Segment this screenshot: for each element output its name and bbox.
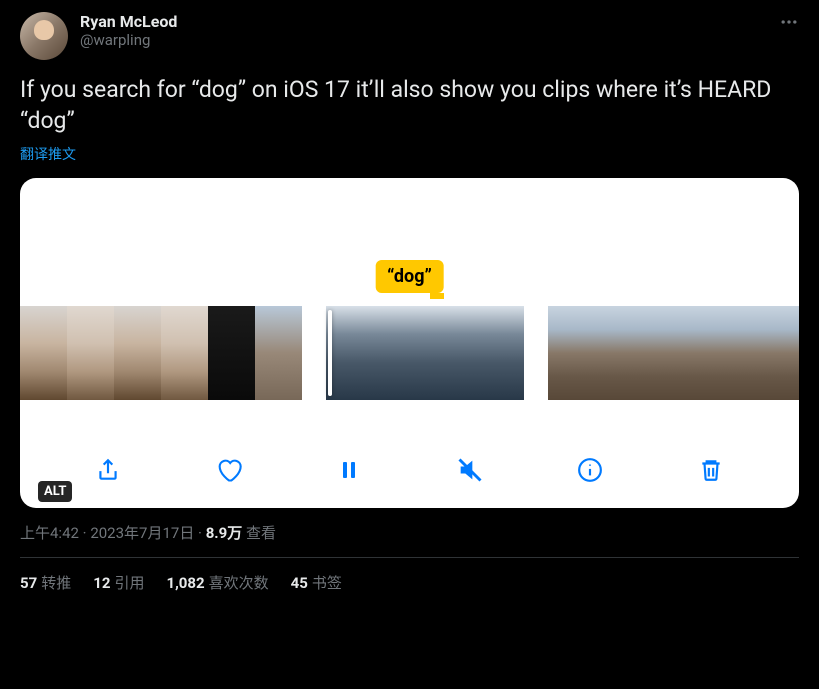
trash-icon xyxy=(698,457,724,483)
video-thumb xyxy=(392,306,458,400)
divider xyxy=(20,557,799,558)
clip-group-1[interactable] xyxy=(20,306,302,400)
video-thumb xyxy=(208,306,255,400)
video-thumb xyxy=(652,306,704,400)
tweet-container: Ryan McLeod @warpling If you search for … xyxy=(0,0,819,605)
clip-group-3[interactable] xyxy=(548,306,799,400)
video-thumb xyxy=(548,306,600,400)
views-label: 查看 xyxy=(242,524,276,542)
video-thumb xyxy=(161,306,208,400)
playhead[interactable] xyxy=(328,310,332,396)
pause-button[interactable] xyxy=(335,456,363,484)
avatar[interactable] xyxy=(20,12,68,60)
tweet-date: 2023年7月17日 xyxy=(90,524,194,542)
tweet-text: If you search for “dog” on iOS 17 it’ll … xyxy=(20,74,799,136)
mute-button[interactable] xyxy=(456,456,484,484)
quotes-stat[interactable]: 12引用 xyxy=(93,572,144,593)
share-icon xyxy=(95,457,121,483)
heart-icon xyxy=(215,456,243,484)
video-thumb xyxy=(20,306,67,400)
translate-link[interactable]: 翻译推文 xyxy=(20,144,799,164)
info-icon xyxy=(577,457,603,483)
more-icon xyxy=(779,12,799,32)
video-thumb xyxy=(756,306,799,400)
video-timeline[interactable] xyxy=(20,306,799,400)
display-name: Ryan McLeod xyxy=(80,12,177,31)
tweet-time: 上午4:42 xyxy=(20,524,79,542)
video-thumb xyxy=(458,306,524,400)
views-count: 8.9万 xyxy=(206,524,243,542)
alt-badge[interactable]: ALT xyxy=(38,481,72,502)
tweet-meta[interactable]: 上午4:42 · 2023年7月17日 · 8.9万 查看 xyxy=(20,522,799,543)
video-thumb xyxy=(704,306,756,400)
share-button[interactable] xyxy=(94,456,122,484)
tweet-header: Ryan McLeod @warpling xyxy=(20,12,799,60)
media-toolbar xyxy=(20,456,799,484)
search-term-bubble: “dog” xyxy=(375,260,444,293)
user-info[interactable]: Ryan McLeod @warpling xyxy=(80,12,177,49)
video-thumb xyxy=(114,306,161,400)
delete-button[interactable] xyxy=(697,456,725,484)
video-thumb xyxy=(255,306,302,400)
media-attachment[interactable]: “dog” xyxy=(20,178,799,508)
likes-stat[interactable]: 1,082喜欢次数 xyxy=(166,572,268,593)
like-button[interactable] xyxy=(215,456,243,484)
pause-icon xyxy=(337,458,361,482)
video-thumb xyxy=(67,306,114,400)
more-options-button[interactable] xyxy=(779,12,799,37)
bookmarks-stat[interactable]: 45书签 xyxy=(291,572,342,593)
video-thumb xyxy=(326,306,392,400)
speaker-muted-icon xyxy=(456,456,484,484)
clip-group-2[interactable] xyxy=(326,306,524,400)
bubble-pointer xyxy=(430,293,444,299)
user-handle: @warpling xyxy=(80,31,177,49)
info-button[interactable] xyxy=(576,456,604,484)
tweet-stats: 57转推 12引用 1,082喜欢次数 45书签 xyxy=(20,572,799,593)
video-thumb xyxy=(600,306,652,400)
retweets-stat[interactable]: 57转推 xyxy=(20,572,71,593)
